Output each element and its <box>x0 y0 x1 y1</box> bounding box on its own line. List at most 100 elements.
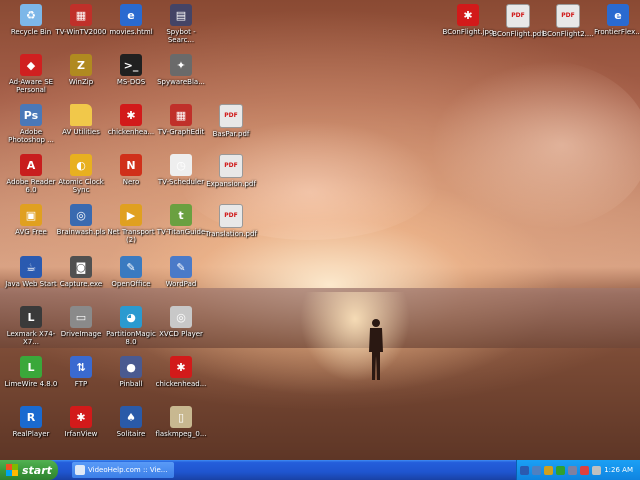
desktop-icon-label: TV-WinTV2000 <box>55 28 107 36</box>
irfanview-icon: ✱ <box>70 406 92 428</box>
desktop-icon-label: Translation.pdf <box>205 230 257 238</box>
desktop-icon[interactable]: ✎ OpenOffice <box>103 254 159 304</box>
windows-logo-icon <box>6 464 18 476</box>
desktop-icon[interactable]: A Adobe Reader 6.0 <box>3 152 59 202</box>
desktop-icon[interactable]: ◎ Brainwash.pls <box>53 202 109 252</box>
desktop-icon-label: BasPar.pdf <box>212 130 250 138</box>
html-file-icon: e <box>607 4 629 26</box>
desktop-icon[interactable]: Ps Adobe Photoshop ... <box>3 102 59 152</box>
desktop-icon[interactable]: ▤ Spybot - Searc... <box>153 2 209 52</box>
desktop-icon[interactable]: ▦ TV-GraphEdit <box>153 102 209 152</box>
html-file-icon: e <box>120 4 142 26</box>
image-file-icon: ✱ <box>457 4 479 26</box>
desktop-icon-label: IrfanView <box>64 430 98 438</box>
desktop-icon[interactable]: R RealPlayer <box>3 404 59 454</box>
desktop-icon[interactable]: ▣ AVG Free <box>3 202 59 252</box>
wallpaper-sun-reflection <box>300 292 410 382</box>
playlist-icon: ◎ <box>70 204 92 226</box>
driveimage-icon: ▭ <box>70 306 92 328</box>
desktop-icon[interactable]: ♠ Solitaire <box>103 404 159 454</box>
desktop-icon-label: BConFlight.jpg <box>442 28 494 36</box>
desktop-icon-label: DriveImage <box>60 330 102 338</box>
desktop-icon[interactable]: ✱ chickenhead... <box>153 354 209 404</box>
desktop-icon[interactable]: ◷ TV-Scheduler <box>153 152 209 202</box>
desktop-icon-label: RealPlayer <box>12 430 50 438</box>
tray-icon[interactable] <box>556 465 565 475</box>
scheduler-icon: ◷ <box>170 154 192 176</box>
desktop-icon[interactable]: PDF BConFlight2.... <box>540 2 596 52</box>
desktop-icon[interactable]: PDF BasPar.pdf <box>203 102 259 152</box>
tray-icon[interactable] <box>520 465 529 475</box>
dos-icon: >_ <box>120 54 142 76</box>
desktop-icon-label: Solitaire <box>116 430 146 438</box>
desktop-icon[interactable]: ◆ Ad-Aware SE Personal <box>3 52 59 102</box>
desktop-icon[interactable]: ✱ BConFlight.jpg <box>440 2 496 52</box>
desktop-icon[interactable]: N Nero <box>103 152 159 202</box>
desktop-icon[interactable]: ◕ PartitionMagic 8.0 <box>103 304 159 354</box>
openoffice-icon: ✎ <box>120 256 142 278</box>
ftp-icon: ⇅ <box>70 356 92 378</box>
desktop-icon[interactable]: ♻ Recycle Bin <box>3 2 59 52</box>
desktop-icon[interactable]: Z WinZip <box>53 52 109 102</box>
desktop-icon[interactable]: L LimeWire 4.8.0 <box>3 354 59 404</box>
desktop-icon[interactable]: ▯ flaskmpeg_0... <box>153 404 209 454</box>
start-button[interactable]: start <box>0 460 58 480</box>
taskbar-button-browser[interactable]: VideoHelp.com :: Vie... <box>72 462 174 478</box>
desktop-icon[interactable]: ✱ IrfanView <box>53 404 109 454</box>
tray-icon[interactable] <box>568 465 577 475</box>
desktop-icon[interactable]: AV Utilities <box>53 102 109 152</box>
desktop-icon[interactable]: L Lexmark X74-X7... <box>3 304 59 354</box>
spybot-icon: ▤ <box>170 4 192 26</box>
spywareblaster-icon: ✦ <box>170 54 192 76</box>
desktop-icon-label: WordPad <box>165 280 197 288</box>
desktop-icon[interactable]: ⇅ FTP <box>53 354 109 404</box>
limewire-icon: L <box>20 356 42 378</box>
clock-sync-icon: ◐ <box>70 154 92 176</box>
folder-icon <box>70 104 92 126</box>
desktop-icon[interactable]: >_ MS-DOS <box>103 52 159 102</box>
xvcd-icon: ◎ <box>170 306 192 328</box>
solitaire-icon: ♠ <box>120 406 142 428</box>
tray-icon[interactable] <box>532 465 541 475</box>
desktop-icon[interactable]: PDF Expansion.pdf <box>203 152 259 202</box>
desktop-icon[interactable]: ◐ Atomic Clock Sync <box>53 152 109 202</box>
desktop-icon[interactable]: e movies.html <box>103 2 159 52</box>
desktop-icon-label: FrontierFlex... <box>594 28 640 36</box>
desktop-icon[interactable]: PDF Translation.pdf <box>203 202 259 252</box>
wallpaper-cloud <box>430 60 640 230</box>
desktop-icon-label: FTP <box>74 380 88 388</box>
desktop-icon[interactable]: ● Pinball <box>103 354 159 404</box>
desktop-icon[interactable]: ◎ XVCD Player <box>153 304 209 354</box>
pdf-icon: PDF <box>506 4 530 28</box>
java-icon: ☕ <box>20 256 42 278</box>
tray-icon[interactable] <box>544 465 553 475</box>
desktop-icon-label: chickenhead... <box>155 380 207 388</box>
desktop-icon-label: LimeWire 4.8.0 <box>4 380 58 388</box>
desktop-icon-label: TV-TitanGuide <box>156 228 206 236</box>
desktop-icon[interactable]: ✦ SpywareBla... <box>153 52 209 102</box>
desktop-icon[interactable]: e FrontierFlex... <box>590 2 640 52</box>
desktop-icon[interactable]: ▦ TV-WinTV2000 <box>53 2 109 52</box>
desktop-icon-label: movies.html <box>109 28 153 36</box>
flask-icon: ▯ <box>170 406 192 428</box>
desktop-icon-label: PartitionMagic 8.0 <box>106 330 156 346</box>
partitionmagic-icon: ◕ <box>120 306 142 328</box>
tray-icon[interactable] <box>592 465 601 475</box>
desktop-icon[interactable]: ✱ chickenhea... <box>103 102 159 152</box>
desktop-icon-label: Brainwash.pls <box>56 228 106 236</box>
desktop-icon[interactable]: ▶ Net Transport (2) <box>103 202 159 252</box>
desktop-icon[interactable]: ☕ Java Web Start <box>3 254 59 304</box>
desktop-icon[interactable]: PDF BConFlight.pdf <box>490 2 546 52</box>
desktop-icon[interactable]: ✎ WordPad <box>153 254 209 304</box>
tray-clock[interactable]: 1:26 AM <box>604 466 633 474</box>
net-transport-icon: ▶ <box>120 204 142 226</box>
desktop-icon[interactable]: ◙ Capture.exe <box>53 254 109 304</box>
desktop-icon[interactable]: t TV-TitanGuide <box>153 202 209 252</box>
desktop-icon-label: OpenOffice <box>111 280 151 288</box>
desktop-icon-label: Recycle Bin <box>10 28 52 36</box>
browser-icon <box>75 465 85 475</box>
desktop-icon-label: Adobe Reader 6.0 <box>6 178 56 194</box>
desktop-icon-label: WinZip <box>68 78 94 86</box>
desktop-icon[interactable]: ▭ DriveImage <box>53 304 109 354</box>
tray-icon[interactable] <box>580 465 589 475</box>
